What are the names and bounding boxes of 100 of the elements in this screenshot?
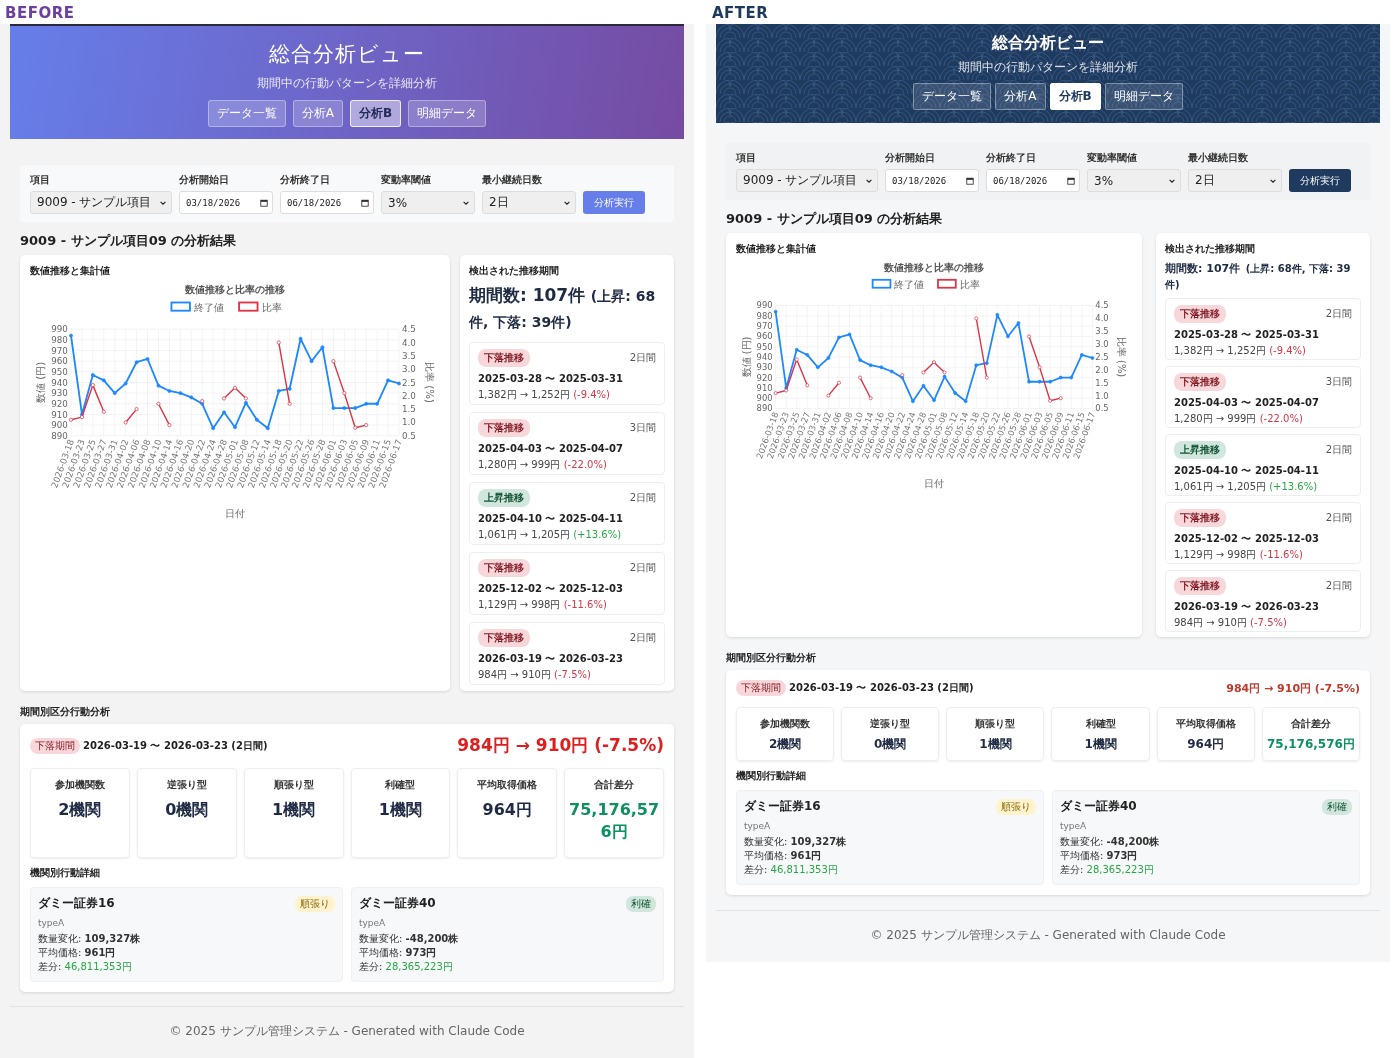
axis-title: 比率 (%) (423, 361, 436, 403)
data-point (1090, 356, 1095, 360)
date-range: 2025-04-03 〜 2025-04-07 (1174, 396, 1320, 410)
period-item[interactable]: 下落推移 2日間 2025-03-28 〜 2025-03-31 1,382円 → 1,252円 (-9.4%) (469, 342, 665, 405)
percent-change: (-9.4%) (573, 389, 610, 400)
period-item[interactable]: 下落推移 2日間 2025-12-02 〜 2025-12-03 1,129円 → 998円 (-11.6%) (1165, 502, 1361, 564)
dropdown[interactable]: 3% (381, 191, 475, 214)
data-point (984, 361, 989, 366)
price-change: 1,061円 → 1,205円 (478, 529, 570, 540)
dropdown[interactable]: 2日 (482, 191, 576, 214)
data-point (1016, 321, 1021, 325)
axis-tick-label: 940 (51, 377, 68, 388)
institution-name: ダミー証券40 (1060, 798, 1137, 815)
data-point (320, 345, 325, 350)
axis-tick-label: 990 (756, 300, 773, 311)
period-item[interactable]: 上昇推移 2日間 2025-04-10 〜 2025-04-11 1,061円 → 1,205円 (+13.6%) (1165, 434, 1361, 496)
stat-label: 平均取得価格 (1174, 717, 1237, 731)
stat-label: 利確型 (1084, 717, 1117, 731)
legend-swatch (238, 301, 259, 312)
legend-label: 比率 (261, 300, 282, 313)
run-analysis-button[interactable]: 分析実行 (583, 191, 645, 214)
data-point (222, 410, 226, 415)
nav-tab[interactable]: 明細データ (408, 100, 487, 127)
axis-tick-label: 930 (51, 388, 68, 399)
data-point (995, 312, 1000, 317)
axis-tick-label: 950 (756, 341, 773, 352)
dropdown[interactable]: 2日 (1188, 169, 1282, 192)
detail-value: 961円 (790, 850, 822, 861)
legend-swatch (871, 278, 892, 289)
data-point (1048, 379, 1052, 384)
axis-title: 数値 (円) (34, 361, 47, 404)
axis-tick-label: 2.5 (1095, 352, 1109, 362)
data-point (101, 409, 106, 414)
detail-label: 平均価格: (744, 850, 788, 861)
axis-tick-label: 940 (756, 352, 773, 362)
axis-tick-label: 2.5 (402, 377, 416, 388)
period-count: 期間数: 107件 (上昇: 68件, 下落: 39件) (469, 284, 657, 332)
field-label: 分析開始日 (885, 151, 936, 165)
date-field[interactable]: 03/18/2026 (179, 191, 273, 214)
stat-value: 964円 (1186, 736, 1226, 753)
panel-label: AFTER (711, 3, 770, 24)
subsection-heading: 機関別行動詳細 (30, 866, 101, 880)
data-point (112, 391, 117, 395)
institution-type: typeA (38, 918, 66, 928)
date-range: 2025-04-10 〜 2025-04-11 (478, 512, 624, 526)
period-item[interactable]: 下落推移 2日間 2026-03-19 〜 2026-03-23 984円 → 910円 (-7.5%) (1165, 570, 1361, 632)
data-point (921, 384, 926, 388)
period-item[interactable]: 下落推移 3日間 2025-04-03 〜 2025-04-07 1,280円 → 999円 (-22.0%) (1165, 366, 1361, 428)
calendar-icon (260, 198, 268, 207)
percent-change: (-7.5%) (554, 669, 591, 680)
date-field[interactable]: 06/18/2026 (280, 191, 374, 214)
nav-tab[interactable]: データ一覧 (913, 83, 992, 110)
date-range: 2025-12-02 〜 2025-12-03 (478, 582, 624, 596)
period-item[interactable]: 下落推移 3日間 2025-04-03 〜 2025-04-07 1,280円 → 999円 (-22.0%) (469, 412, 665, 475)
detail-value: 973円 (1106, 850, 1138, 861)
period-item[interactable]: 上昇推移 2日間 2025-04-10 〜 2025-04-11 1,061円 → 1,205円 (+13.6%) (469, 482, 665, 545)
dropdown[interactable]: 9009 - サンプル項目 (30, 191, 172, 214)
data-point (233, 385, 237, 390)
nav-tab[interactable]: 分析A (995, 83, 1046, 110)
section-heading: 期間別区分行動分析 (20, 705, 111, 719)
date-field[interactable]: 03/18/2026 (885, 169, 979, 192)
date-range: 2025-04-10 〜 2025-04-11 (1174, 464, 1320, 478)
period-item[interactable]: 下落推移 2日間 2026-03-19 〜 2026-03-23 984円 → 910円 (-7.5%) (469, 622, 665, 685)
detail-label: 差分: (38, 961, 62, 972)
nav-tab[interactable]: 分析B (1049, 83, 1101, 110)
data-point (1037, 365, 1042, 370)
price-change: 984円 → 910円 (-7.5%) (457, 734, 664, 757)
data-point (353, 425, 358, 430)
stat-label: 逆張り型 (165, 778, 208, 792)
result-heading: 9009 - サンプル項目09 の分析結果 (726, 210, 944, 228)
duration-label: 2日間 (629, 491, 656, 505)
axis-tick-label: 980 (51, 334, 68, 345)
trend-badge: 下落推移 (478, 419, 530, 437)
detail-value: 973円 (405, 947, 437, 958)
footer-text: © 2025 サンプル管理システム - Generated with Claude Code (870, 928, 1226, 942)
dropdown[interactable]: 9009 - サンプル項目 (736, 169, 878, 192)
calendar-icon (361, 198, 369, 207)
percent-change: (+13.6%) (1269, 481, 1318, 492)
axis-tick-label: 3.5 (402, 350, 416, 361)
axis-tick-label: 970 (756, 321, 773, 332)
data-point (963, 399, 968, 404)
nav-tab[interactable]: 分析B (350, 100, 402, 127)
stat-value: 1機関 (978, 736, 1013, 753)
period-item[interactable]: 下落推移 2日間 2025-12-02 〜 2025-12-03 1,129円 → 998円 (-11.6%) (469, 552, 665, 615)
data-point (847, 332, 852, 337)
data-point (794, 347, 799, 352)
date-field[interactable]: 06/18/2026 (986, 169, 1080, 192)
data-point (233, 425, 237, 430)
period-item[interactable]: 下落推移 2日間 2025-03-28 〜 2025-03-31 1,382円 → 1,252円 (-9.4%) (1165, 298, 1361, 360)
stat-label: 順張り型 (974, 717, 1017, 731)
data-point (826, 356, 831, 360)
nav-tab[interactable]: 明細データ (1104, 83, 1183, 110)
trend-badge: 下落推移 (1174, 305, 1226, 323)
dropdown[interactable]: 3% (1087, 169, 1181, 192)
stat-value: 2機関 (57, 799, 103, 821)
data-point (1027, 334, 1031, 339)
run-analysis-button[interactable]: 分析実行 (1289, 169, 1351, 192)
page-subtitle: 期間中の行動パターンを詳細分析 (958, 59, 1138, 76)
section-heading: 期間別区分行動分析 (726, 651, 817, 665)
card-title: 数値推移と集計値 (736, 242, 817, 256)
